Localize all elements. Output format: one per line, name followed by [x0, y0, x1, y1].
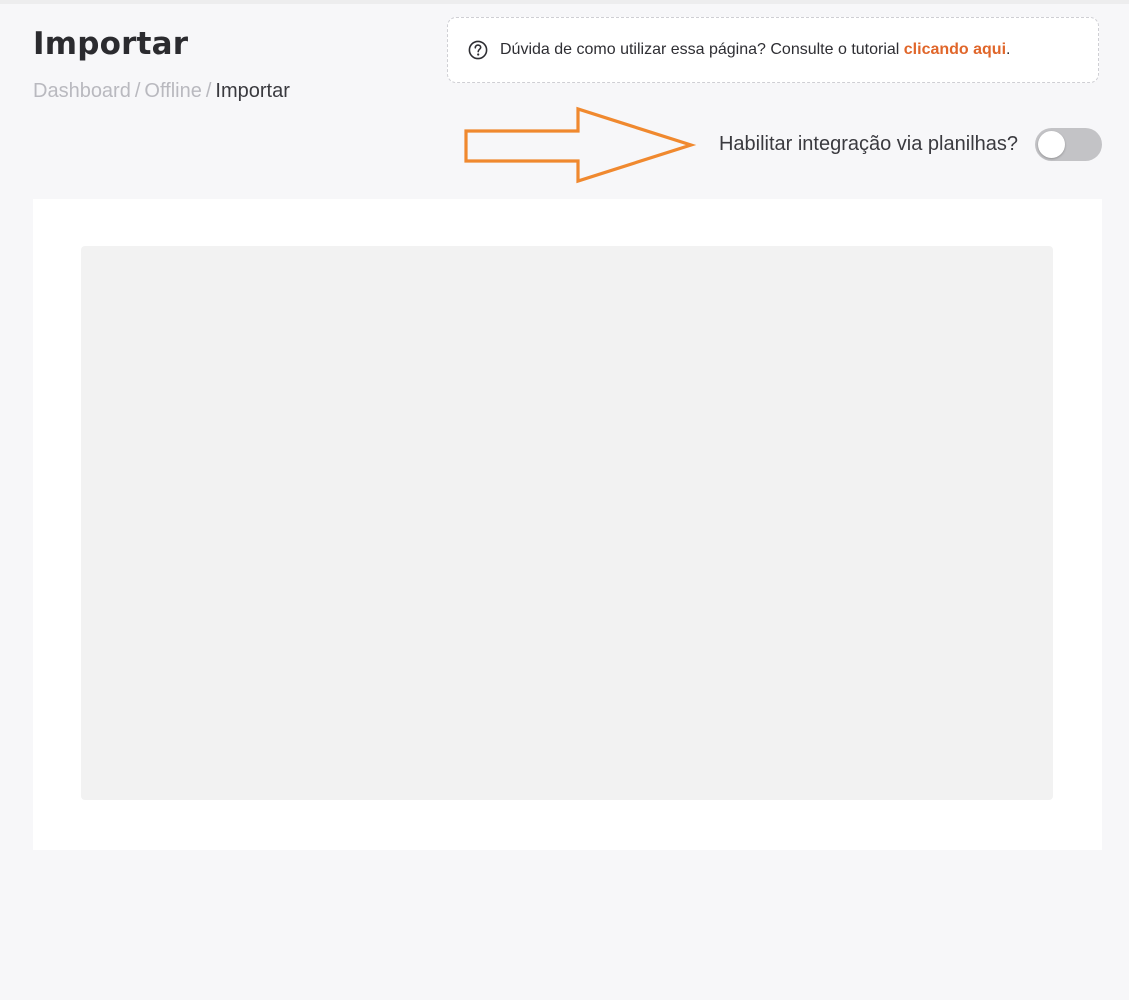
tutorial-link[interactable]: clicando aqui [904, 41, 1006, 59]
integration-toggle-label: Habilitar integração via planilhas? [718, 133, 1018, 155]
breadcrumb-item-offline[interactable]: Offline [144, 80, 201, 102]
tutorial-help-suffix: . [1006, 41, 1011, 58]
tutorial-help-box: Dúvida de como utilizar essa página? Con… [447, 17, 1099, 83]
breadcrumb: Dashboard / Offline / Importar [33, 80, 290, 103]
annotation-arrow [464, 106, 697, 184]
breadcrumb-separator: / [134, 80, 141, 102]
breadcrumb-item-importar: Importar [215, 80, 290, 102]
tutorial-help-text: Dúvida de como utilizar essa página? Con… [500, 41, 904, 58]
import-content-card [33, 199, 1102, 850]
page-title: Importar [33, 26, 189, 62]
breadcrumb-item-dashboard[interactable]: Dashboard [33, 80, 131, 102]
toggle-knob [1038, 131, 1065, 158]
top-strip [0, 0, 1129, 4]
integration-toggle-switch[interactable] [1035, 128, 1102, 161]
loading-placeholder-panel [81, 246, 1053, 800]
question-circle-icon [468, 40, 488, 60]
breadcrumb-separator: / [205, 80, 212, 102]
integration-toggle-row: Habilitar integração via planilhas? [719, 128, 1102, 161]
